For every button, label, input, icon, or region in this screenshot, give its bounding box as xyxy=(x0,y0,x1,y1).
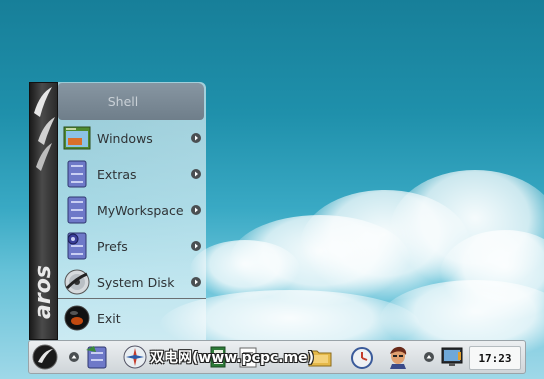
menu-item-exit[interactable]: Exit xyxy=(58,300,206,336)
taskbar-arrow-icon[interactable] xyxy=(69,352,79,362)
menu-item-label: Extras xyxy=(97,166,137,182)
menu-item-label: MyWorkspace xyxy=(97,202,184,218)
start-menu-panel: Shell Windows Extras MyWorkspace Prefs S… xyxy=(58,82,206,340)
exit-icon xyxy=(62,303,92,333)
taskbar: 17:23 xyxy=(28,340,526,374)
system-disk-icon xyxy=(62,267,92,297)
editor-icon[interactable] xyxy=(206,344,232,370)
menu-item-windows[interactable]: Windows xyxy=(58,120,206,156)
taskbar-clock[interactable]: 17:23 xyxy=(469,346,521,370)
start-menu: aros Shell Windows Extras MyWorkspace Pr… xyxy=(29,82,206,340)
aros-brand-strip: aros xyxy=(29,82,58,340)
taskbar-arrow-icon[interactable] xyxy=(424,352,434,362)
menu-item-myworkspace[interactable]: MyWorkspace xyxy=(58,192,206,228)
menu-item-label: Windows xyxy=(97,130,153,146)
menu-item-extras[interactable]: Extras xyxy=(58,156,206,192)
monitor-icon[interactable] xyxy=(439,344,465,370)
windows-folder-icon xyxy=(62,123,92,153)
menu-item-label: Prefs xyxy=(97,238,128,254)
browser-icon[interactable] xyxy=(122,344,148,370)
drawer-icon[interactable] xyxy=(84,344,110,370)
menu-item-label: Shell xyxy=(107,94,139,109)
menu-item-label: Exit xyxy=(97,310,121,326)
documents-icon[interactable] xyxy=(236,344,262,370)
aros-logo-text: aros xyxy=(31,265,56,319)
submenu-arrow-icon xyxy=(191,241,201,251)
menu-item-label: System Disk xyxy=(97,274,175,290)
menu-item-shell[interactable]: Shell xyxy=(58,83,204,120)
extras-drawer-icon xyxy=(62,159,92,189)
workspace-drawer-icon xyxy=(62,195,92,225)
menu-item-prefs[interactable]: Prefs xyxy=(58,228,206,264)
cloud xyxy=(190,240,300,300)
submenu-arrow-icon xyxy=(191,133,201,143)
folder-icon[interactable] xyxy=(307,344,333,370)
aros-start-icon[interactable] xyxy=(32,344,58,370)
submenu-arrow-icon xyxy=(191,205,201,215)
submenu-arrow-icon xyxy=(191,277,201,287)
prefs-drawer-icon xyxy=(62,231,92,261)
avatar-icon[interactable] xyxy=(385,344,411,370)
clock-app-icon[interactable] xyxy=(349,344,375,370)
desktop: aros Shell Windows Extras MyWorkspace Pr… xyxy=(0,0,544,379)
menu-item-system-disk[interactable]: System Disk xyxy=(58,264,206,300)
menu-separator xyxy=(58,298,206,299)
submenu-arrow-icon xyxy=(191,169,201,179)
